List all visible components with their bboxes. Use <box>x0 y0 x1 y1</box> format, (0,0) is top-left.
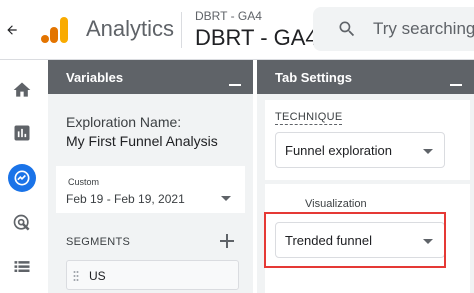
analytics-logo-icon[interactable] <box>40 15 70 45</box>
configure-icon <box>14 261 30 272</box>
minimize-variables-button[interactable] <box>229 84 241 86</box>
visualization-label: Visualization <box>305 198 367 210</box>
property-selector[interactable]: DBRT - GA4 <box>195 25 318 51</box>
account-path[interactable]: DBRT - GA4 <box>195 9 262 23</box>
technique-dropdown-icon <box>423 149 433 154</box>
date-range-value: Feb 19 - Feb 19, 2021 <box>66 192 185 206</box>
exploration-name-label: Exploration Name: <box>66 114 182 130</box>
top-app-bar: Analytics DBRT - GA4 DBRT - GA4 Try sear… <box>0 0 474 60</box>
tab-settings-panel-header: Tab Settings <box>257 60 474 94</box>
tab-settings-panel-title: Tab Settings <box>275 70 353 85</box>
header-divider <box>181 12 182 48</box>
search-input[interactable]: Try searching <box>373 19 474 39</box>
back-button[interactable] <box>0 0 24 60</box>
segment-chip-us[interactable]: US <box>66 260 239 290</box>
minimize-tab-settings-button[interactable] <box>450 84 462 86</box>
home-icon <box>13 82 31 97</box>
nav-reports[interactable] <box>8 119 36 147</box>
variables-panel: Variables Exploration Name: My First Fun… <box>48 60 253 293</box>
date-range-tag: Custom <box>68 177 100 187</box>
nav-home[interactable] <box>8 76 36 104</box>
drag-handle-icon[interactable] <box>73 270 79 282</box>
variables-panel-header: Variables <box>48 60 253 94</box>
search-icon <box>339 21 355 37</box>
search-bar[interactable]: Try searching <box>313 7 474 51</box>
date-range-picker[interactable]: Custom Feb 19 - Feb 19, 2021 <box>56 166 245 213</box>
arrow-back-icon <box>7 25 17 35</box>
nav-rail <box>0 60 44 293</box>
nav-advertising[interactable] <box>8 209 36 237</box>
segment-label: US <box>89 269 106 283</box>
nav-configure[interactable] <box>8 253 36 281</box>
nav-explore[interactable] <box>8 164 36 192</box>
app-name: Analytics <box>86 16 175 41</box>
date-range-dropdown-icon <box>221 196 231 201</box>
exploration-name-input[interactable]: My First Funnel Analysis <box>66 133 218 149</box>
variables-panel-title: Variables <box>66 70 124 85</box>
technique-label: TECHNIQUE <box>275 111 343 125</box>
technique-select[interactable]: Funnel exploration <box>275 132 445 168</box>
add-segment-icon[interactable] <box>220 234 234 248</box>
reports-icon <box>14 125 30 141</box>
explore-icon <box>14 170 30 186</box>
advertising-icon <box>13 214 30 231</box>
technique-select-value: Funnel exploration <box>285 143 392 158</box>
segments-label: SEGMENTS <box>66 236 131 248</box>
annotation-highlight-box <box>264 212 446 268</box>
